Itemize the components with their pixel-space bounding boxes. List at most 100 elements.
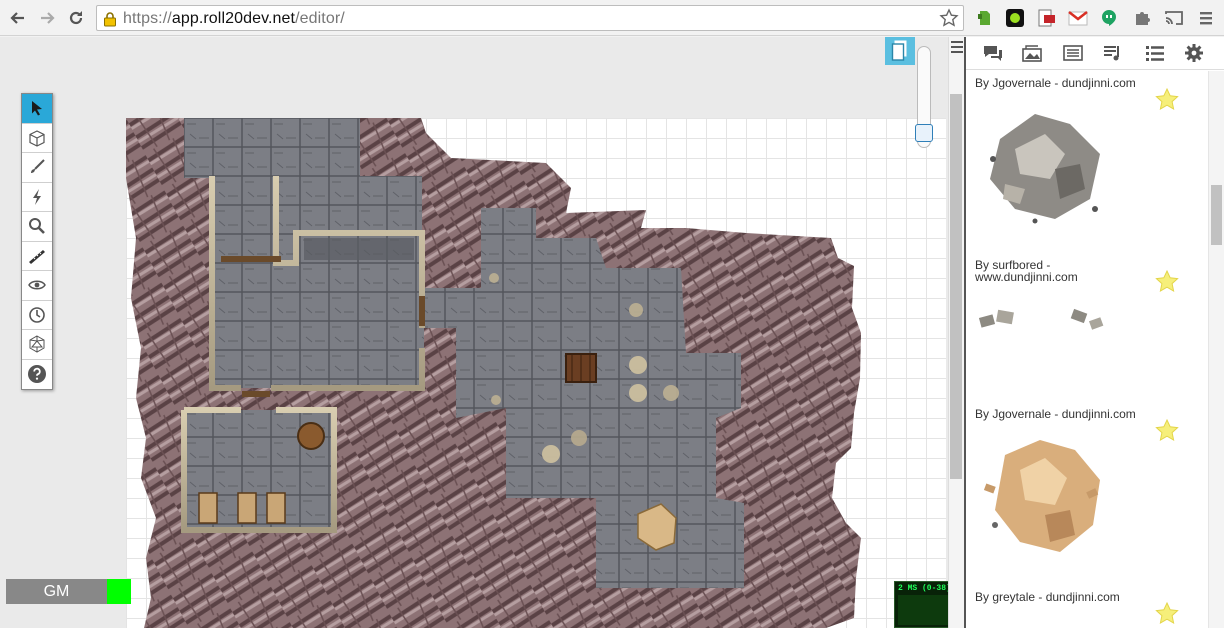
map-page[interactable] — [126, 118, 946, 628]
sidebar-tabs — [966, 37, 1224, 70]
extension-puzzle-icon[interactable] — [1132, 8, 1152, 28]
tab-journal[interactable] — [1061, 42, 1085, 64]
favorite-star-icon[interactable] — [1154, 269, 1180, 295]
address-bar[interactable]: https://app.roll20dev.net/editor/ — [96, 5, 964, 31]
url-path: /editor/ — [295, 10, 345, 27]
connecting-corridor — [422, 288, 484, 328]
ruler-icon — [29, 249, 45, 264]
browser-toolbar: https://app.roll20dev.net/editor/ — [0, 0, 1224, 36]
tab-art-library[interactable] — [1020, 42, 1044, 64]
brush-icon — [31, 159, 45, 174]
art-thumbnail[interactable] — [975, 301, 1115, 361]
editor-toolbar — [21, 93, 53, 390]
list-item[interactable]: By Jgovernale - dundjinni.com — [966, 408, 1208, 584]
door-east — [419, 296, 425, 326]
jukebox-icon — [1104, 46, 1119, 61]
round-table — [297, 422, 325, 450]
gmail-icon[interactable] — [1068, 8, 1088, 28]
rubble-4 — [542, 445, 560, 463]
dungeon-map[interactable] — [126, 118, 946, 628]
hangouts-icon[interactable] — [1099, 8, 1119, 28]
rubble-2 — [629, 384, 647, 402]
tab-settings[interactable] — [1182, 42, 1206, 64]
rubble-6 — [629, 303, 643, 317]
rubble-7 — [489, 273, 499, 283]
help-tool[interactable] — [22, 359, 52, 389]
zoom-slider-handle[interactable] — [915, 124, 933, 142]
dice-tool[interactable] — [22, 330, 52, 360]
lock-icon — [104, 12, 116, 27]
rubble-8 — [491, 395, 501, 405]
perf-label: 2 MS (0-38) — [898, 584, 951, 593]
zoom-tool[interactable] — [22, 212, 52, 242]
favorite-star-icon[interactable] — [1154, 418, 1180, 444]
evernote-icon[interactable] — [974, 8, 994, 28]
art-thumbnail[interactable] — [975, 99, 1115, 229]
player-color-swatch[interactable] — [107, 579, 131, 604]
forward-button[interactable] — [35, 6, 59, 30]
fog-tool[interactable] — [22, 271, 52, 301]
art-credit: By Jgovernale - dundjinni.com — [975, 76, 1136, 90]
reload-button[interactable] — [64, 6, 88, 30]
rubble-5 — [571, 430, 587, 446]
north-corridor — [184, 118, 360, 178]
door-south — [242, 391, 270, 397]
bed-1 — [198, 492, 218, 524]
art-thumbnail[interactable] — [975, 430, 1115, 560]
art-library-icon — [1022, 45, 1042, 62]
url-scheme: https:// — [123, 10, 172, 27]
list-item[interactable]: By Jgovernale - dundjinni.com — [966, 77, 1208, 253]
tab-jukebox[interactable] — [1100, 42, 1124, 64]
hamburger-icon[interactable] — [951, 40, 963, 54]
measure-tool[interactable] — [22, 241, 52, 271]
sidebar-scrollbar-thumb[interactable] — [1211, 185, 1222, 245]
back-icon — [10, 12, 24, 24]
favorite-star-icon[interactable] — [1154, 87, 1180, 113]
clock-icon — [29, 306, 45, 323]
layers-tool[interactable] — [22, 123, 52, 153]
magnifier-icon — [29, 218, 45, 235]
list-item[interactable]: By greytale - dundjinni.com — [966, 591, 1208, 628]
favorite-star-icon[interactable] — [1154, 601, 1180, 627]
ping-tool[interactable] — [22, 182, 52, 212]
weapon-rack — [304, 238, 414, 260]
url-text: https://app.roll20dev.net/editor/ — [123, 10, 345, 28]
pointer-arrow-icon — [32, 101, 42, 116]
tab-compendium[interactable] — [1143, 42, 1167, 64]
lightning-icon — [33, 188, 41, 205]
art-results-list: By Jgovernale - dundjinni.com By surfbor… — [966, 71, 1208, 628]
bed-2 — [237, 492, 257, 524]
bed-3 — [266, 492, 286, 524]
art-credit: By surfbored - www.dundjinni.com — [975, 258, 1078, 284]
turn-tracker-tool[interactable] — [22, 300, 52, 330]
eye-icon — [28, 280, 46, 290]
forward-icon — [41, 12, 55, 24]
editor-canvas[interactable]: GM 2 MS (0-38) — [0, 37, 964, 628]
pages-icon — [891, 40, 907, 61]
green-circle-extension-icon[interactable] — [1005, 8, 1025, 28]
journal-icon — [1063, 45, 1083, 61]
sidebar-scrollbar[interactable] — [1208, 71, 1224, 628]
right-sidebar: By Jgovernale - dundjinni.com By surfbor… — [964, 37, 1224, 628]
select-tool[interactable] — [22, 94, 52, 124]
d20-icon — [29, 335, 45, 353]
settings-gear-icon — [1185, 44, 1203, 62]
list-item[interactable]: By surfbored - www.dundjinni.com — [966, 259, 1208, 399]
door-north — [221, 256, 281, 262]
art-credit: By greytale - dundjinni.com — [975, 590, 1120, 604]
rubble-1 — [629, 356, 647, 374]
chrome-menu-icon[interactable] — [1196, 8, 1216, 28]
page-toolbar-toggle[interactable] — [885, 37, 915, 65]
pdf-extension-icon[interactable] — [1036, 8, 1056, 28]
art-credit: By Jgovernale - dundjinni.com — [975, 407, 1136, 421]
compendium-icon — [1146, 46, 1164, 61]
draw-tool[interactable] — [22, 153, 52, 183]
bookmark-star-icon[interactable] — [939, 8, 959, 28]
editor-scrollbar-thumb[interactable] — [950, 94, 962, 479]
cast-icon[interactable] — [1164, 8, 1184, 28]
back-button[interactable] — [6, 6, 30, 30]
tab-chat[interactable] — [981, 42, 1005, 64]
player-name-badge[interactable]: GM — [6, 579, 107, 604]
reload-icon — [69, 11, 83, 25]
help-icon — [28, 365, 46, 384]
